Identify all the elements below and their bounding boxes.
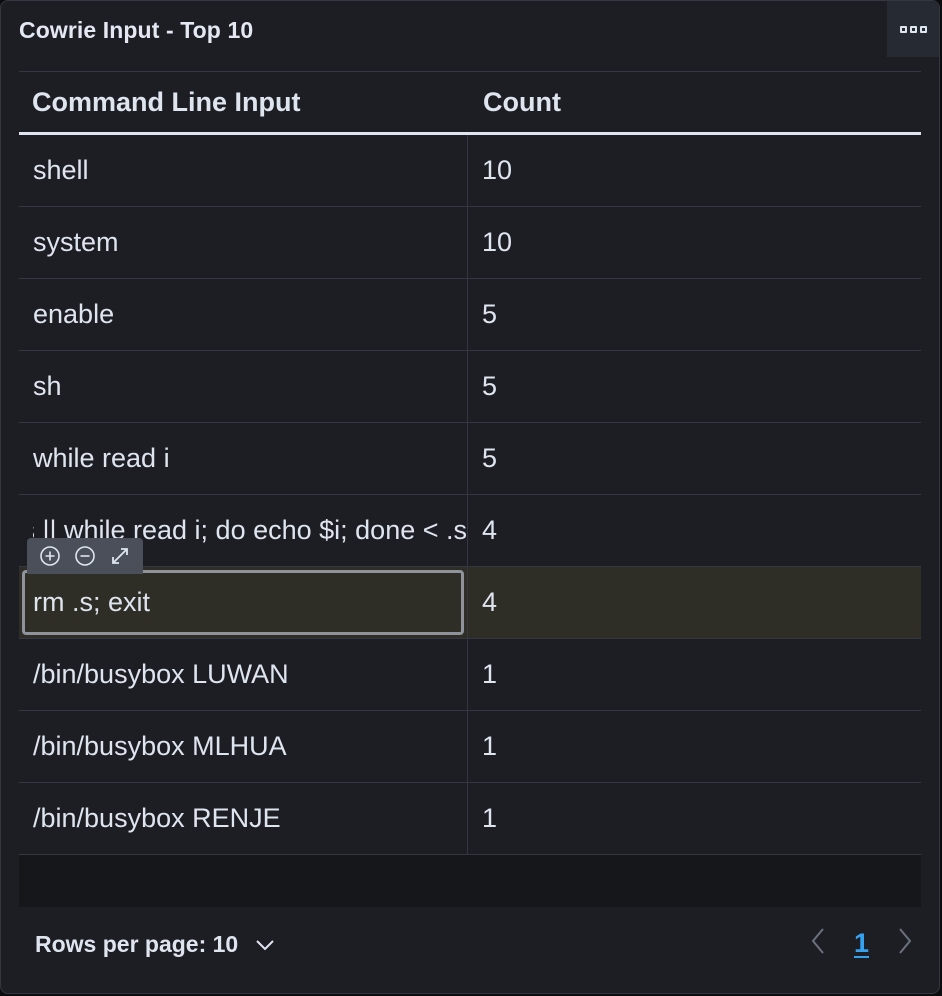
table-row: /bin/busybox LUWAN 1 xyxy=(19,639,921,711)
table-empty-area xyxy=(19,855,921,907)
visualization-panel: Cowrie Input - Top 10 Command Line Input… xyxy=(0,0,940,994)
table-row: dd bs=52 count=1 if=.s || cat .s || whil… xyxy=(19,495,921,567)
cell-count[interactable]: 4 xyxy=(482,567,497,638)
panel-options-button[interactable] xyxy=(887,1,939,57)
cell-count[interactable]: 1 xyxy=(482,783,497,854)
table-row: shell 10 xyxy=(19,135,921,207)
boxes-horizontal-icon xyxy=(899,25,907,33)
table-row: enable 5 xyxy=(19,279,921,351)
cell-command-input[interactable]: /bin/busybox MLHUA xyxy=(33,711,467,782)
column-divider xyxy=(467,351,468,422)
cell-count[interactable]: 1 xyxy=(482,711,497,782)
chevron-down-icon xyxy=(254,931,276,958)
page-number-current[interactable]: 1 xyxy=(854,928,869,959)
column-header-count[interactable]: Count xyxy=(483,72,561,132)
cell-count[interactable]: 5 xyxy=(482,279,497,350)
chevron-right-icon[interactable] xyxy=(897,927,913,960)
minus-in-circle-icon[interactable] xyxy=(73,544,97,568)
data-table: Command Line Input Count shell 10 system… xyxy=(19,71,921,907)
cell-command-input[interactable]: system xyxy=(33,207,467,278)
table-row: /bin/busybox MLHUA 1 xyxy=(19,711,921,783)
cell-command-input: rm .s; exit xyxy=(33,587,151,617)
rows-per-page-label: Rows per page: 10 xyxy=(35,931,239,957)
cell-command-input[interactable]: while read i xyxy=(33,423,467,494)
table-footer: Rows per page: 10 1 xyxy=(19,907,921,987)
cell-count[interactable]: 10 xyxy=(482,207,512,278)
cell-actions-popover xyxy=(27,538,143,574)
column-divider xyxy=(467,639,468,710)
cell-count[interactable]: 5 xyxy=(482,423,497,494)
cell-count[interactable]: 1 xyxy=(482,639,497,710)
column-divider xyxy=(467,279,468,350)
table-header: Command Line Input Count xyxy=(19,72,921,135)
column-divider xyxy=(467,567,468,638)
pagination: 1 xyxy=(810,927,913,960)
focused-cell[interactable]: rm .s; exit xyxy=(22,538,464,635)
column-divider xyxy=(467,711,468,782)
column-divider xyxy=(467,423,468,494)
column-divider xyxy=(467,783,468,854)
table-row: while read i 5 xyxy=(19,423,921,495)
options-dot xyxy=(909,25,917,33)
chevron-left-icon[interactable] xyxy=(810,927,826,960)
table-row: system 10 xyxy=(19,207,921,279)
cell-count[interactable]: 5 xyxy=(482,351,497,422)
rows-per-page-button[interactable]: Rows per page: 10 xyxy=(35,931,276,958)
plus-in-circle-icon[interactable] xyxy=(38,544,62,568)
column-divider xyxy=(467,207,468,278)
column-divider xyxy=(467,495,468,566)
table-row-focused: rm .s; exit 4 xyxy=(19,538,921,639)
table-row: /bin/busybox RENJE 1 xyxy=(19,783,921,855)
cell-command-input[interactable]: /bin/busybox LUWAN xyxy=(33,639,467,710)
cell-command-input[interactable]: sh xyxy=(33,351,467,422)
expand-icon[interactable] xyxy=(108,544,132,568)
column-header-command-line-input[interactable]: Command Line Input xyxy=(32,72,300,132)
cell-command-input[interactable]: /bin/busybox RENJE xyxy=(33,783,467,854)
cell-command-input[interactable]: enable xyxy=(33,279,467,350)
table-row: sh 5 xyxy=(19,351,921,423)
panel-title: Cowrie Input - Top 10 xyxy=(19,17,254,43)
options-dot xyxy=(919,25,927,33)
column-divider xyxy=(467,135,468,206)
cell-count[interactable]: 4 xyxy=(482,495,497,566)
cell-count[interactable]: 10 xyxy=(482,135,512,206)
cell-command-input[interactable]: shell xyxy=(33,135,467,206)
